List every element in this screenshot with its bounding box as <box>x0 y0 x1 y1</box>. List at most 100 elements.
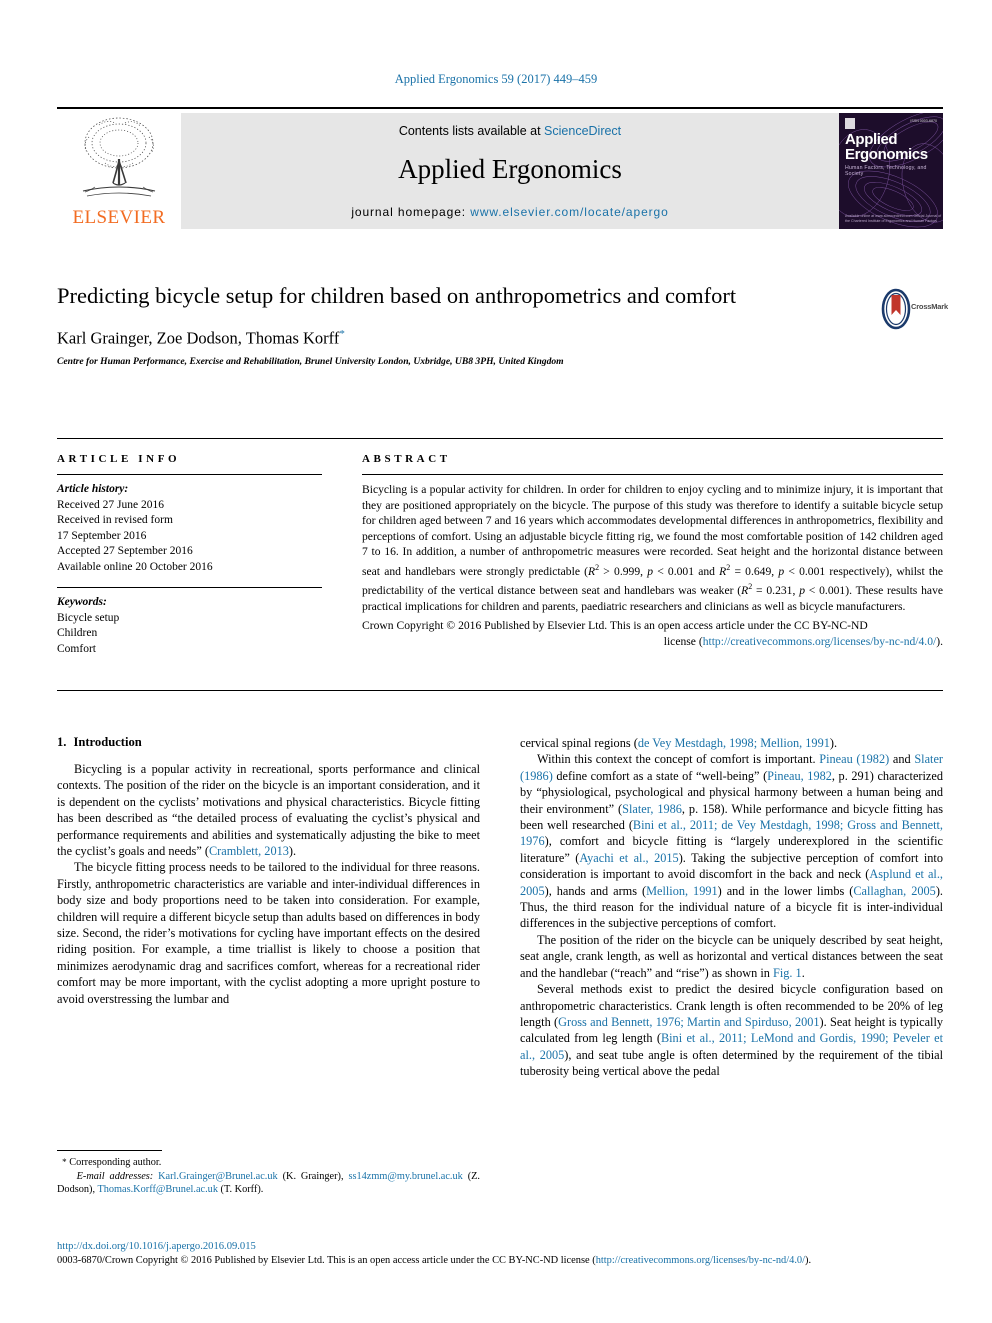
body-columns: 1. Introduction Bicycling is a popular ac… <box>57 735 943 1080</box>
email-link[interactable]: ss14zmm@my.brunel.ac.uk <box>348 1171 462 1182</box>
license-suffix: ). <box>936 635 943 649</box>
license-suffix: ). <box>805 1255 812 1266</box>
paragraph-text: Within this context the concept of comfo… <box>537 752 820 767</box>
running-head: Applied Ergonomics 59 (2017) 449–459 <box>394 72 598 86</box>
stat3-value: = 0.231, <box>752 584 800 598</box>
sciencedirect-link[interactable]: ScienceDirect <box>544 124 621 138</box>
affiliation: Centre for Human Performance, Exercise a… <box>57 355 564 367</box>
journal-homepage-link[interactable]: www.elsevier.com/locate/apergo <box>470 205 668 219</box>
email-label: E-mail addresses: <box>76 1170 154 1182</box>
corresponding-author-note: * Corresponding author. <box>57 1156 480 1170</box>
stat3-pvalue: < 0.001 <box>804 584 846 598</box>
citation-link[interactable]: Gross and Bennett, 1976; Martin and Spir… <box>558 1015 819 1029</box>
abstract-rule <box>362 474 943 475</box>
email-owner: (K. Grainger) <box>282 1170 341 1182</box>
email-addresses-note: E-mail addresses: Karl.Grainger@Brunel.a… <box>57 1170 480 1196</box>
citation-link[interactable]: Mellion, 1991 <box>646 884 718 898</box>
abstract-part-1: Bicycling is a popular activity for chil… <box>362 483 943 578</box>
title-block: Predicting bicycle setup for children ba… <box>57 282 948 367</box>
citation-link[interactable]: Pineau (1982) <box>819 752 889 766</box>
contents-prefix: Contents lists available at <box>398 124 541 138</box>
footnote-block: * Corresponding author. E-mail addresses… <box>57 1150 480 1197</box>
footnote-marker: * <box>62 1157 67 1167</box>
citation-link[interactable]: de Vey Mestdagh, 1998; Mellion, 1991 <box>638 736 830 750</box>
paragraph-text: cervical spinal regions ( <box>520 736 638 750</box>
citation-link[interactable]: Callaghan, 2005 <box>853 884 936 898</box>
elsevier-logo: ELSEVIER <box>57 113 181 229</box>
abstract-license-line: license (http://creativecommons.org/lice… <box>362 634 943 650</box>
section-title: Introduction <box>73 735 142 749</box>
figure-reference-link[interactable]: Fig. 1 <box>773 966 802 980</box>
body-column-right: cervical spinal regions (de Vey Mestdagh… <box>520 735 943 1080</box>
article-info-heading: ARTICLE INFO <box>57 453 181 465</box>
license-prefix: license ( <box>663 635 703 649</box>
cover-subtitle: Human Factors, Technology, and Society <box>845 165 927 177</box>
stat1-value: > 0.999, <box>599 564 648 578</box>
abstract-copyright: Crown Copyright © 2016 Published by Else… <box>362 619 868 633</box>
paragraph-text-tail: ). <box>288 844 297 859</box>
article-page: Applied Ergonomics 59 (2017) 449–459 ELS… <box>0 0 992 1323</box>
elsevier-wordmark: ELSEVIER <box>72 207 166 228</box>
cover-title: Applied Ergonomics <box>845 132 928 162</box>
email-link[interactable]: Thomas.Korff@Brunel.ac.uk <box>97 1184 218 1195</box>
stat2-pvalue: < 0.001 <box>784 564 826 578</box>
corresponding-author-text: Corresponding author. <box>69 1157 162 1168</box>
abstract-text: Bicycling is a popular activity for chil… <box>362 482 943 650</box>
article-history-item: 17 September 2016 <box>57 529 147 542</box>
keyword-item: Children <box>57 627 98 639</box>
keywords-rule <box>57 587 322 588</box>
paragraph: Several methods exist to predict the des… <box>520 981 943 1079</box>
article-history-item: Received in revised form <box>57 514 173 526</box>
body-separator-rule <box>57 690 943 691</box>
citation-link[interactable]: Pineau, 1982 <box>767 769 832 783</box>
article-history-item: Available online 20 October 2016 <box>57 560 213 573</box>
paragraph-text-tail: ). <box>829 736 838 750</box>
license-link[interactable]: http://creativecommons.org/licenses/by-n… <box>596 1255 805 1266</box>
keyword-item: Comfort <box>57 642 96 655</box>
corresponding-author-marker: * <box>339 328 345 340</box>
paragraph-text: The position of the rider on the bicycle… <box>520 932 943 980</box>
issn-copyright-line: 0003-6870/Crown Copyright © 2016 Publish… <box>57 1254 943 1268</box>
doi-link[interactable]: http://dx.doi.org/10.1016/j.apergo.2016.… <box>57 1241 256 1252</box>
abstract-heading: ABSTRACT <box>362 453 451 465</box>
elsevier-tree-icon <box>82 117 156 197</box>
paragraph: Bicycling is a popular activity in recre… <box>57 761 480 859</box>
cover-title-line2: Ergonomics <box>845 146 928 163</box>
body-column-left: 1. Introduction Bicycling is a popular ac… <box>57 735 480 1080</box>
journal-homepage-line: journal homepage: www.elsevier.com/locat… <box>181 205 839 219</box>
citation-link[interactable]: Cramblett, 2013 <box>209 844 289 858</box>
info-abstract-block: ARTICLE INFO Article history: Received 2… <box>57 438 943 657</box>
crossmark-badge[interactable]: CrossMark <box>881 288 948 330</box>
citation-link[interactable]: Slater, 1986 <box>622 802 682 816</box>
author-list: Karl Grainger, Zoe Dodson, Thomas Korff* <box>57 328 943 349</box>
paragraph: The position of the rider on the bicycle… <box>520 932 943 981</box>
paragraph-text: ), and seat tube angle is often determin… <box>520 1047 943 1079</box>
paragraph-text: and <box>889 752 915 767</box>
email-link[interactable]: Karl.Grainger@Brunel.ac.uk <box>158 1171 278 1182</box>
author-names: Karl Grainger, Zoe Dodson, Thomas Korff <box>57 328 340 348</box>
keyword-item: Bicycle setup <box>57 611 120 624</box>
journal-title: Applied Ergonomics <box>398 154 622 184</box>
article-history-item: Accepted 27 September 2016 <box>57 545 193 557</box>
section-heading-introduction: 1. Introduction <box>57 735 480 750</box>
masthead-banner: Contents lists available at ScienceDirec… <box>181 113 839 229</box>
paragraph-text: ) and in the lower limbs ( <box>717 883 854 898</box>
paragraph: Within this context the concept of comfo… <box>520 751 943 931</box>
citation-link[interactable]: Ayachi et al., 2015 <box>579 851 678 865</box>
email-owner: (T. Korff) <box>220 1184 261 1196</box>
section-number: 1. <box>57 735 67 749</box>
cover-footer: Available online at www.sciencedirect.co… <box>845 214 942 223</box>
license-link[interactable]: http://creativecommons.org/licenses/by-n… <box>703 635 937 648</box>
keywords-label: Keywords: <box>57 596 107 608</box>
paragraph: cervical spinal regions (de Vey Mestdagh… <box>520 735 943 751</box>
stat2-value: = 0.649, <box>730 564 779 578</box>
article-history-item: Received 27 June 2016 <box>57 498 164 511</box>
page-title: Predicting bicycle setup for children ba… <box>57 283 737 308</box>
doi-link-wrapper: http://dx.doi.org/10.1016/j.apergo.2016.… <box>57 1240 943 1254</box>
paragraph-text: define comfort as a state of “well-being… <box>552 768 768 783</box>
contents-available-line: Contents lists available at ScienceDirec… <box>181 124 839 138</box>
homepage-prefix: journal homepage: <box>351 205 467 219</box>
issn-copyright-text: 0003-6870/Crown Copyright © 2016 Publish… <box>57 1255 596 1266</box>
bottom-block: http://dx.doi.org/10.1016/j.apergo.2016.… <box>57 1240 943 1268</box>
paragraph-text-tail: . <box>801 965 805 980</box>
